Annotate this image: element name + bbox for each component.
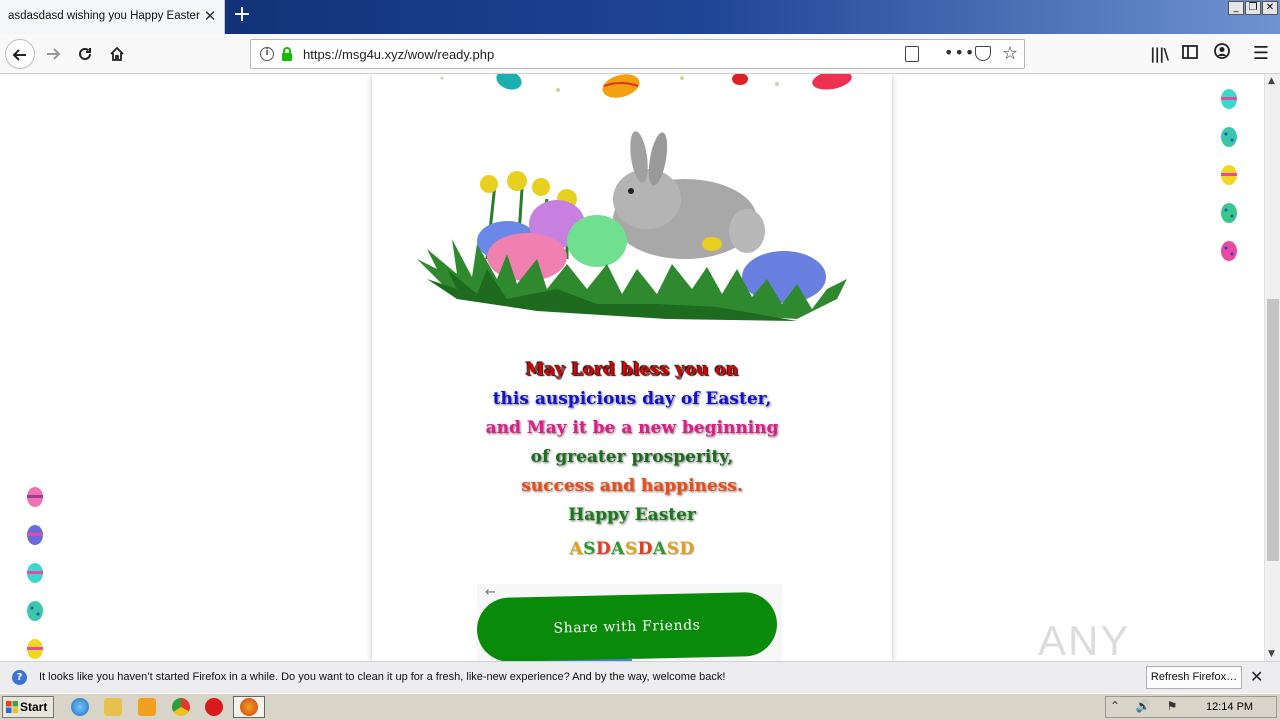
egg-icon: [1221, 203, 1237, 223]
navigation-toolbar: i https://msg4u.xyz/wow/ready.php ••• ☆ …: [0, 34, 1280, 74]
tab-close-icon[interactable]: ✕: [200, 6, 220, 26]
system-tray: ⌃ 🔊 ⚑ 12:14 PM: [1105, 696, 1277, 718]
library-icon[interactable]: |||\: [1148, 43, 1170, 65]
sender-letter: A: [652, 539, 667, 559]
account-icon[interactable]: [1211, 43, 1233, 65]
chrome-icon[interactable]: [172, 698, 190, 716]
tab-active[interactable]: asdasdasd wishing you Happy Easter ✕: [0, 0, 225, 34]
internet-explorer-icon[interactable]: [71, 698, 89, 716]
windows-logo-icon: [6, 701, 18, 713]
start-label: Start: [20, 700, 48, 714]
sender-letter: S: [583, 539, 596, 559]
message-line: of greater prosperity,: [530, 447, 734, 467]
egg-icon: [27, 639, 43, 659]
sender-letter: A: [611, 539, 625, 559]
tab-title: asdasdasd wishing you Happy Easter: [8, 10, 200, 22]
opera-icon[interactable]: [205, 698, 223, 716]
sender-letter: S: [666, 539, 680, 559]
taskbar-firefox-button[interactable]: [233, 696, 265, 718]
greeting-card: May Lord bless you on this auspicious da…: [372, 74, 892, 661]
hamburger-menu-icon[interactable]: ☰: [1250, 43, 1272, 65]
sender-letter: D: [637, 539, 653, 559]
firefox-icon: [240, 698, 258, 716]
message-line: success and happiness.: [521, 476, 743, 496]
egg-icon: [27, 525, 43, 545]
egg-icon: [27, 601, 43, 621]
info-icon[interactable]: i: [260, 47, 274, 61]
reload-icon: [79, 47, 91, 60]
forward-arrow-icon: [47, 48, 61, 60]
refresh-firefox-button[interactable]: Refresh Firefox…: [1146, 666, 1242, 689]
bookmark-star-icon[interactable]: ☆: [1002, 43, 1018, 64]
share-back-arrow-icon[interactable]: ←: [485, 585, 496, 600]
scroll-down-arrow-icon[interactable]: ▼: [1268, 649, 1275, 659]
sender-letter: A: [569, 539, 584, 559]
reader-view-icon[interactable]: [905, 46, 919, 62]
message-line: and May it be a new beginning: [485, 418, 779, 438]
egg-icon: [1221, 127, 1237, 147]
share-with-friends-button[interactable]: Share with Friends: [476, 591, 778, 661]
sender-name: ASDASDASD: [372, 539, 892, 559]
clock: 12:14 PM: [1206, 701, 1254, 713]
falling-eggs-decoration: [440, 74, 852, 98]
sidebar-icon[interactable]: [1179, 43, 1201, 65]
message-line: this auspicious day of Easter,: [492, 389, 772, 409]
home-button[interactable]: [102, 39, 132, 69]
start-button[interactable]: Start: [2, 696, 54, 718]
sender-letter: D: [679, 539, 695, 559]
anyrun-watermark: ANY RUN: [1038, 609, 1238, 661]
egg-icon: [1221, 165, 1237, 185]
notification-bar: ? It looks like you haven’t started Fire…: [0, 661, 1280, 693]
new-tab-button[interactable]: +: [230, 4, 254, 28]
page-viewport: May Lord bless you on this auspicious da…: [0, 74, 1264, 661]
tray-icons[interactable]: ⌃ 🔊 ⚑: [1110, 699, 1183, 713]
easter-bunny-illustration: [417, 131, 847, 321]
watermark-text: ANY RUN: [1038, 617, 1130, 661]
sender-letter: D: [595, 539, 612, 559]
url-text[interactable]: https://msg4u.xyz/wow/ready.php: [303, 47, 494, 62]
egg-icon: [27, 487, 43, 507]
title-bar: asdasdasd wishing you Happy Easter ✕ + _…: [0, 0, 1280, 34]
back-arrow-icon: [12, 49, 26, 61]
pocket-icon[interactable]: [975, 46, 991, 61]
media-player-icon[interactable]: [138, 698, 156, 716]
message-line: May Lord bless you on: [525, 360, 739, 380]
page-actions-more-icon[interactable]: •••: [944, 43, 975, 62]
lock-icon[interactable]: [281, 47, 293, 61]
back-button[interactable]: [5, 39, 35, 69]
scroll-thumb[interactable]: [1267, 299, 1279, 561]
window-maximize-button[interactable]: ❐: [1245, 1, 1261, 15]
file-explorer-icon[interactable]: [104, 698, 122, 716]
window-close-button[interactable]: ✕: [1262, 1, 1278, 15]
egg-icon: [27, 563, 43, 583]
greeting-message: May Lord bless you on this auspicious da…: [372, 356, 892, 530]
url-bar[interactable]: i https://msg4u.xyz/wow/ready.php ••• ☆: [250, 39, 1025, 69]
home-icon: [110, 46, 124, 61]
egg-icon: [1221, 241, 1237, 261]
message-line: Happy Easter: [568, 505, 696, 525]
page-scrollbar[interactable]: ▲ ▼: [1264, 74, 1280, 661]
question-icon: ?: [12, 670, 27, 685]
forward-button[interactable]: [38, 39, 68, 69]
window-minimize-button[interactable]: _: [1228, 1, 1244, 15]
windows-taskbar: Start ⌃ 🔊 ⚑ 12:14 PM: [0, 693, 1280, 720]
sender-letter: S: [624, 539, 638, 559]
notification-text: It looks like you haven’t started Firefo…: [39, 671, 726, 683]
reload-button[interactable]: [70, 39, 100, 69]
scroll-up-arrow-icon[interactable]: ▲: [1268, 76, 1275, 86]
notification-close-icon[interactable]: ✕: [1250, 667, 1263, 686]
egg-icon: [1221, 89, 1237, 109]
